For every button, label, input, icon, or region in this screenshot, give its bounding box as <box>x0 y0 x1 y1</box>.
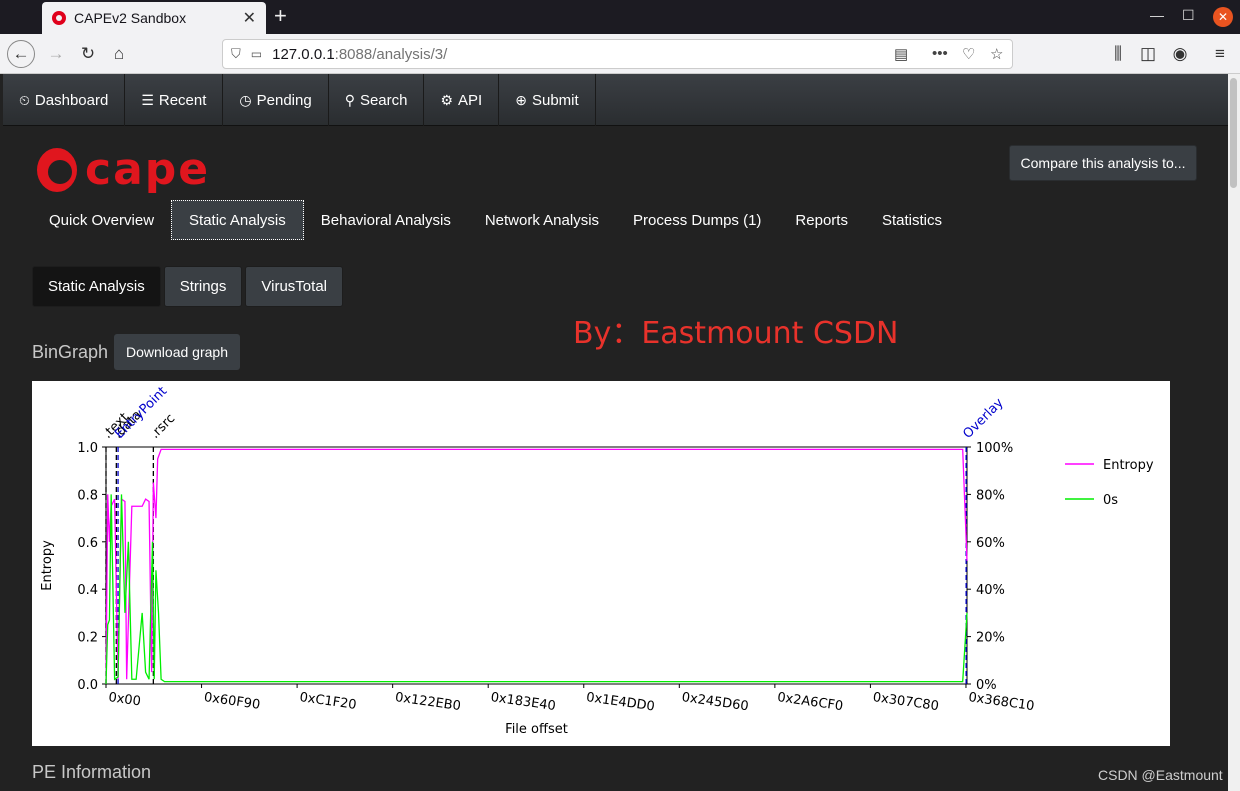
x-tick-label: 0x122EB0 <box>394 690 462 714</box>
static-subtabs: Static Analysis Strings VirusTotal <box>32 266 343 307</box>
analysis-tabs: Quick Overview Static Analysis Behaviora… <box>32 200 959 240</box>
close-tab-icon[interactable]: ✕ <box>243 8 256 28</box>
y2-tick-label: 80% <box>976 488 1005 503</box>
list-icon: ☰ <box>141 91 154 108</box>
pe-information-heading: PE Information <box>32 762 152 782</box>
x-tick-label: 0x1E4DD0 <box>585 690 655 714</box>
tab-behavioral-analysis[interactable]: Behavioral Analysis <box>304 200 468 240</box>
scrollbar-thumb[interactable] <box>1230 78 1237 188</box>
browser-navbar: ← → ↻ ⌂ ⛉ ▭ 127.0.0.1:8088/analysis/3/ ▤… <box>0 34 1240 74</box>
dashboard-icon: ⏲ <box>19 91 30 108</box>
back-icon[interactable]: ← <box>7 40 35 68</box>
search-icon: ⚲ <box>344 91 355 108</box>
x-tick-label: 0x368C10 <box>967 690 1035 714</box>
page-scrollbar[interactable] <box>1228 74 1240 791</box>
x-tick-label: 0x60F90 <box>203 690 261 713</box>
menu-icon[interactable]: ≡ <box>1206 40 1234 68</box>
y2-tick-label: 100% <box>976 441 1013 456</box>
page-info-icon[interactable]: ▭ <box>251 47 262 61</box>
compare-analysis-button[interactable]: Compare this analysis to... <box>1009 145 1197 181</box>
tab-quick-overview[interactable]: Quick Overview <box>32 200 171 240</box>
y2-tick-label: 20% <box>976 631 1005 646</box>
nav-pending[interactable]: ◷ Pending <box>223 74 329 126</box>
bingraph-chart: 0.0 0.2 0.4 0.6 0.8 1.0 0% 20% 40% 60% 80% 100% 0x00… <box>32 381 1170 746</box>
new-tab-icon[interactable]: + <box>274 3 287 29</box>
y-tick-label: 1.0 <box>77 441 98 456</box>
y-axis-label: Entropy <box>40 540 55 591</box>
page-actions-icon[interactable]: ••• <box>932 45 948 62</box>
series-line-entropy <box>105 448 968 685</box>
sidebar-icon[interactable]: ◫ <box>1134 40 1162 68</box>
series-line-0s <box>105 494 968 685</box>
gear-icon: ⚙ <box>440 91 454 108</box>
section-marker-label: .rsrc <box>148 411 179 442</box>
cape-logo-mark-icon <box>37 147 77 192</box>
legend-label: Entropy <box>1103 458 1154 473</box>
url-bar[interactable]: ⛉ ▭ 127.0.0.1:8088/analysis/3/ ▤ ••• ♡ ☆ <box>222 39 1013 69</box>
x-axis-label: File offset <box>505 722 568 737</box>
maximize-icon[interactable]: ☐ <box>1182 7 1195 24</box>
logo-text: cape <box>85 144 211 195</box>
minimize-icon[interactable]: — <box>1150 7 1164 23</box>
bingraph-heading: BinGraph <box>32 342 109 362</box>
bingraph-svg: 0.00.20.40.60.81.00%20%40%60%80%100%0x00… <box>40 384 1154 737</box>
forward-icon[interactable]: → <box>42 40 70 68</box>
nav-api[interactable]: ⚙ API <box>424 74 500 126</box>
y-tick-label: 0.2 <box>77 631 98 646</box>
subtab-strings[interactable]: Strings <box>163 266 243 307</box>
section-marker-label: Overlay <box>960 395 1007 442</box>
nav-recent[interactable]: ☰ Recent <box>125 74 224 126</box>
x-tick-label: 0x183E40 <box>490 690 557 714</box>
nav-dashboard[interactable]: ⏲ Dashboard <box>3 74 126 126</box>
tab-static-analysis[interactable]: Static Analysis <box>171 200 304 240</box>
tab-title: CAPEv2 Sandbox <box>74 10 187 26</box>
url-text[interactable]: 127.0.0.1:8088/analysis/3/ <box>272 46 447 63</box>
y-tick-label: 0.0 <box>77 678 98 693</box>
y-tick-label: 0.6 <box>77 536 98 551</box>
author-watermark: By：Eastmount CSDN <box>573 316 899 351</box>
plot-frame <box>105 446 968 685</box>
library-icon[interactable]: ⫼ <box>1104 40 1132 68</box>
pocket-icon[interactable]: ♡ <box>962 45 975 63</box>
download-graph-button[interactable]: Download graph <box>114 334 240 370</box>
reader-view-icon[interactable]: ▤ <box>894 45 908 63</box>
clock-icon: ◷ <box>239 91 252 108</box>
x-tick-label: 0xC1F20 <box>299 690 358 713</box>
cape-favicon-icon <box>52 11 66 25</box>
home-icon[interactable]: ⌂ <box>105 40 133 68</box>
nav-search[interactable]: ⚲ Search <box>329 74 425 126</box>
tab-statistics[interactable]: Statistics <box>865 200 959 240</box>
legend-label: 0s <box>1103 493 1118 508</box>
y-tick-label: 0.8 <box>77 488 98 503</box>
x-tick-label: 0x307C80 <box>872 690 940 714</box>
csdn-watermark: CSDN @Eastmount <box>1098 767 1223 783</box>
shield-icon[interactable]: ⛉ <box>231 46 241 62</box>
upload-icon: ⊕ <box>515 91 527 108</box>
tab-reports[interactable]: Reports <box>778 200 865 240</box>
bookmark-star-icon[interactable]: ☆ <box>990 45 1003 63</box>
account-icon[interactable]: ◉ <box>1166 40 1194 68</box>
reload-icon[interactable]: ↻ <box>74 40 102 68</box>
browser-tab[interactable]: CAPEv2 Sandbox ✕ <box>42 2 266 34</box>
x-tick-label: 0x00 <box>107 690 141 709</box>
browser-titlebar: CAPEv2 Sandbox ✕ + — ☐ ✕ <box>0 0 1240 34</box>
nav-submit[interactable]: ⊕ Submit <box>499 74 596 126</box>
page-content: ⏲ Dashboard ☰ Recent ◷ Pending ⚲ Search ⚙ API… <box>0 74 1228 791</box>
y2-tick-label: 60% <box>976 536 1005 551</box>
tab-network-analysis[interactable]: Network Analysis <box>468 200 616 240</box>
close-window-icon[interactable]: ✕ <box>1213 7 1233 27</box>
cape-navbar: ⏲ Dashboard ☰ Recent ◷ Pending ⚲ Search ⚙ API… <box>3 74 1228 126</box>
x-tick-label: 0x245D60 <box>681 690 750 714</box>
y-tick-label: 0.4 <box>77 583 98 598</box>
y2-tick-label: 40% <box>976 583 1005 598</box>
tab-process-dumps[interactable]: Process Dumps (1) <box>616 200 778 240</box>
subtab-static-analysis[interactable]: Static Analysis <box>32 266 161 307</box>
subtab-virustotal[interactable]: VirusTotal <box>245 266 343 307</box>
x-tick-label: 0x2A6CF0 <box>776 690 844 714</box>
cape-logo[interactable]: cape <box>37 144 210 195</box>
